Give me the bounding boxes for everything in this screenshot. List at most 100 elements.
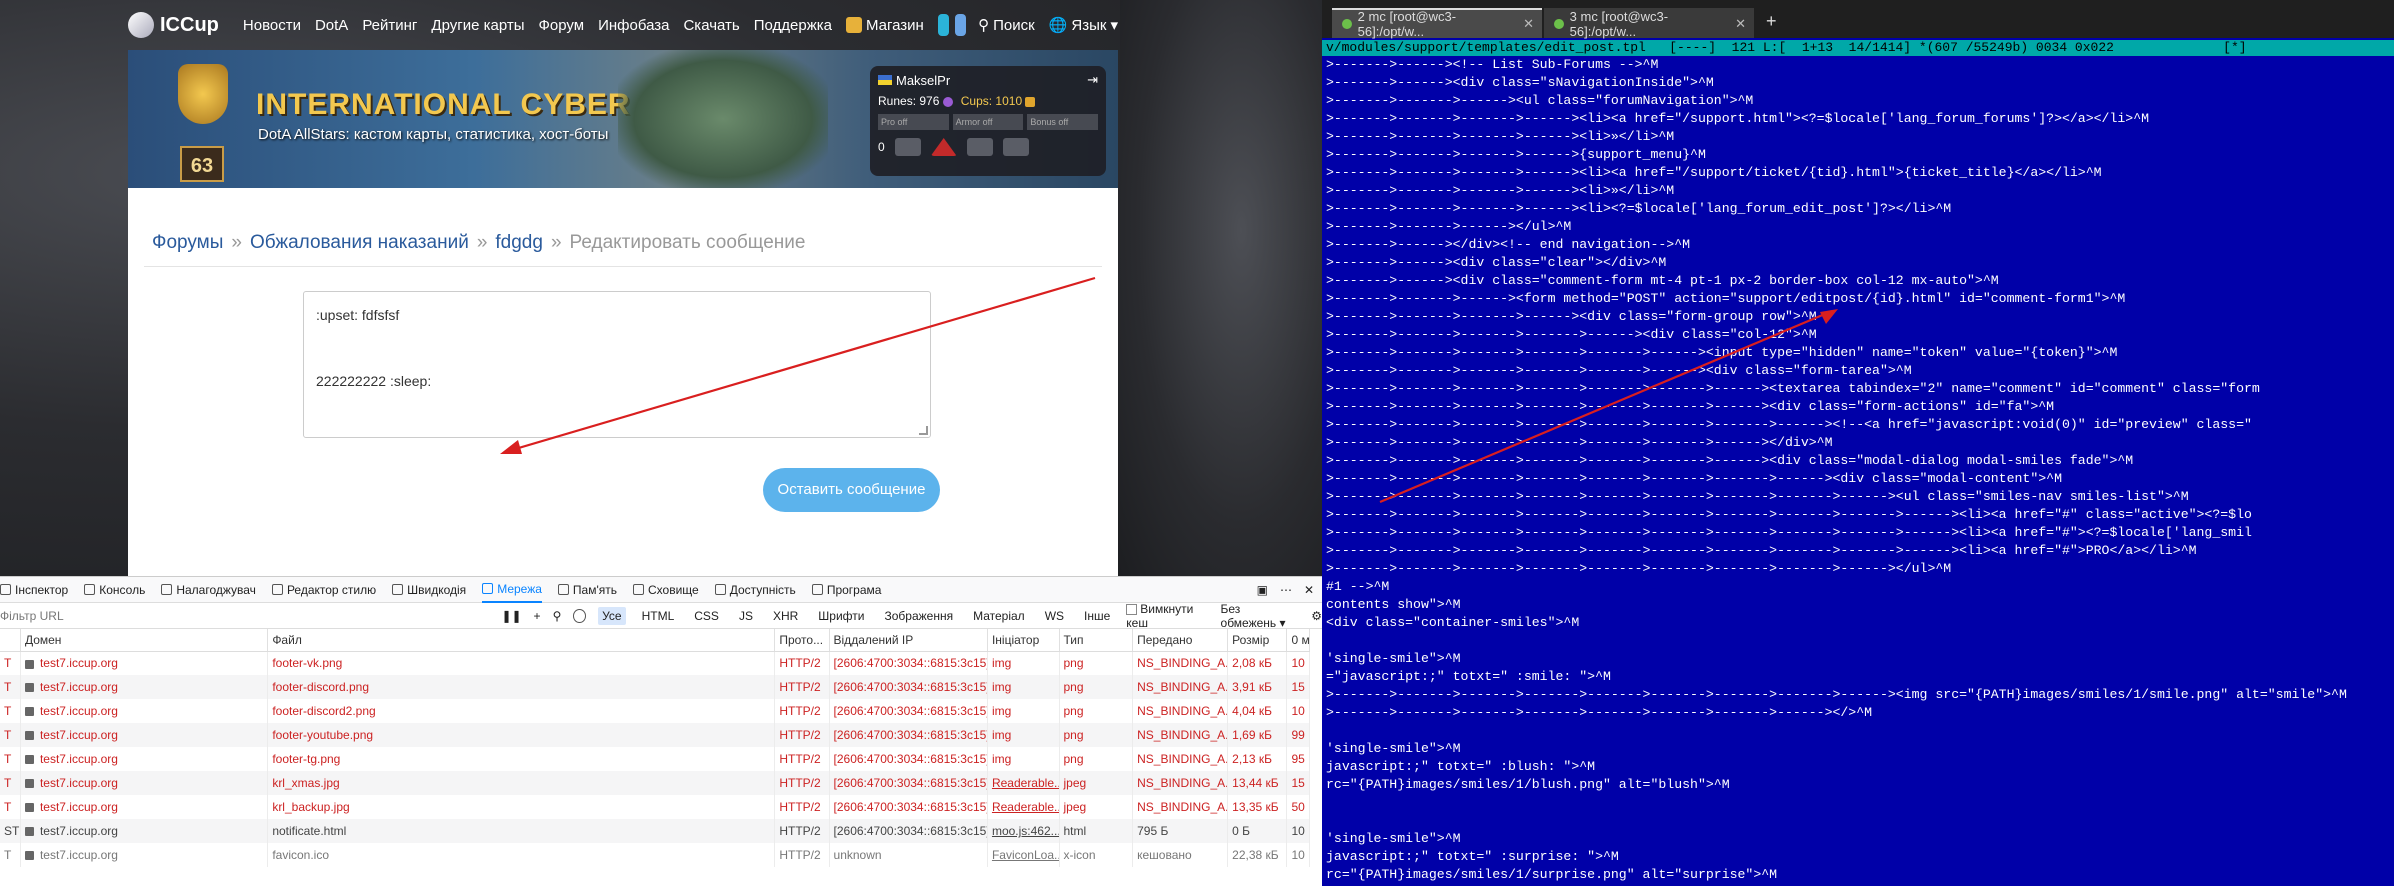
pro-status[interactable]: Pro off (878, 114, 949, 130)
user-settings-icon[interactable] (1002, 138, 1029, 156)
profile-icon[interactable] (955, 14, 967, 36)
code-view[interactable]: >------->------><!-- List Sub-Forums -->… (1322, 56, 2394, 884)
tab-console[interactable]: Консоль (84, 583, 145, 597)
col-type[interactable]: Тип (1059, 629, 1134, 652)
cell-domain: test7.iccup.org (20, 747, 269, 771)
col-timeline[interactable]: 0 мс (1286, 629, 1310, 652)
search-icon[interactable]: ⚲ (553, 609, 562, 623)
cell-ip: [2606:4700:3034::6815:3c15]... (829, 795, 988, 819)
tab-memory[interactable]: Пам'ять (557, 583, 617, 597)
terminal-tab-2[interactable]: 2 mc [root@wc3-56]:/opt/w... ✕ (1332, 8, 1542, 39)
cell-transfer: NS_BINDING_A... (1132, 675, 1229, 699)
bonus-status[interactable]: Bonus off (1027, 114, 1099, 130)
filter-css[interactable]: CSS (690, 607, 723, 625)
username[interactable]: MakselPr (878, 73, 950, 88)
table-row[interactable]: Ttest7.iccup.org footer-tg.png HTTP/2 [2606… (0, 747, 1310, 771)
mail-icon[interactable] (894, 138, 921, 156)
filter-js[interactable]: JS (735, 607, 757, 625)
new-tab-button[interactable]: + (1756, 11, 1787, 38)
twitch-icon[interactable] (937, 14, 949, 36)
cell-type: html (1059, 819, 1134, 843)
table-row[interactable]: ST test7.iccup.org notificate.html HTTP/2 [2… (0, 819, 1310, 843)
tab-storage[interactable]: Сховище (633, 583, 699, 597)
disable-cache-toggle[interactable]: Вимкнути кеш (1126, 602, 1208, 630)
tools-icon[interactable] (966, 138, 993, 156)
tab-debugger[interactable]: Налагоджувач (161, 583, 256, 597)
table-row[interactable]: Ttest7.iccup.org footer-discord.png HTTP/2… (0, 675, 1310, 699)
crumb-section[interactable]: Обжалования наказаний (250, 232, 469, 254)
nav-search[interactable]: ⚲ Поиск (978, 16, 1035, 35)
crumb-forums[interactable]: Форумы (152, 232, 223, 254)
nav-infobase[interactable]: Инфобаза (598, 17, 669, 34)
user-card: MakselPr ⇥ Runes: 976 Cups: 1010 Pro off A… (870, 66, 1106, 176)
url-filter-input[interactable]: Фільтр URL (0, 609, 489, 623)
gear-icon[interactable]: ⚙ (1311, 609, 1322, 623)
table-row[interactable]: Ttest7.iccup.org footer-discord2.png HTTP/… (0, 699, 1310, 723)
nav-forum[interactable]: Форум (539, 17, 585, 34)
table-row[interactable]: Ttest7.iccup.org krl_xmas.jpg HTTP/2 [2606:… (0, 771, 1310, 795)
col-remote-ip[interactable]: Віддалений IP (829, 629, 988, 652)
block-icon[interactable] (573, 608, 587, 623)
nav-shop[interactable]: Магазин (845, 17, 924, 34)
site-logo[interactable]: ICCup (128, 12, 219, 38)
warning-icon[interactable] (930, 138, 957, 156)
comment-textarea[interactable]: :upset: fdfsfsf 222222222 :sleep: (303, 291, 931, 438)
filter-html[interactable]: HTML (638, 607, 679, 625)
filter-media[interactable]: Матеріал (969, 607, 1029, 625)
col-transferred[interactable]: Передано (1132, 629, 1229, 652)
crumb-current: Редактировать сообщение (569, 232, 806, 253)
filter-xhr[interactable]: XHR (769, 607, 802, 625)
filter-images[interactable]: Зображення (880, 607, 957, 625)
col-file[interactable]: Файл (267, 629, 776, 652)
table-row[interactable]: Ttest7.iccup.org footer-vk.png HTTP/2 [2606… (0, 651, 1310, 675)
code-line: >------->------->------->------><div cla… (1326, 309, 1817, 324)
cell-proto: HTTP/2 (774, 723, 830, 747)
nav-dota[interactable]: DotA (315, 17, 348, 34)
filter-other[interactable]: Інше (1080, 607, 1114, 625)
table-row[interactable]: Ttest7.iccup.org krl_backup.jpg HTTP/2 [260… (0, 795, 1310, 819)
tab-application[interactable]: Програма (811, 583, 881, 597)
cell-proto: HTTP/2 (774, 771, 830, 795)
network-table: Домен Файл Прото... Віддалений IP Ініціа… (0, 629, 1310, 867)
tab-accessibility[interactable]: Доступність (714, 583, 796, 597)
col-size[interactable]: Розмір (1227, 629, 1288, 652)
tab-performance[interactable]: Швидкодія (392, 583, 466, 597)
terminal-tab-3[interactable]: 3 mc [root@wc3-56]:/opt/w... ✕ (1544, 8, 1754, 39)
crumb-topic[interactable]: fdgdg (495, 232, 543, 254)
tab-network[interactable]: Мережа (482, 577, 542, 603)
nav-support[interactable]: Поддержка (754, 17, 832, 34)
devtools-tabs: Інспектор Консоль Налагоджувач Редактор … (0, 577, 1322, 603)
table-row[interactable]: Ttest7.iccup.org footer-youtube.png HTTP/2… (0, 723, 1310, 747)
col-initiator[interactable]: Ініціатор (987, 629, 1060, 652)
filter-ws[interactable]: WS (1041, 607, 1068, 625)
close-icon[interactable]: ✕ (1735, 16, 1746, 32)
nav-language[interactable]: 🌐 Язык ▾ (1049, 16, 1118, 35)
col-proto[interactable]: Прото... (774, 629, 830, 652)
tab-inspector[interactable]: Інспектор (0, 583, 68, 597)
col-domain[interactable]: Домен (20, 629, 269, 652)
nav-download[interactable]: Скачать (683, 17, 739, 34)
tab-style-editor[interactable]: Редактор стилю (271, 583, 376, 597)
cell-size: 2,13 кБ (1227, 747, 1288, 771)
logout-icon[interactable]: ⇥ (1087, 72, 1098, 88)
nav-other-maps[interactable]: Другие карты (431, 17, 524, 34)
add-icon[interactable]: + (534, 609, 541, 623)
submit-button[interactable]: Оставить сообщение (763, 468, 940, 512)
nav-news[interactable]: Новости (243, 17, 301, 34)
table-row[interactable]: Ttest7.iccup.org favicon.ico HTTP/2 unknown… (0, 843, 1310, 867)
close-icon[interactable]: ✕ (1523, 16, 1534, 32)
armor-status[interactable]: Armor off (952, 114, 1024, 130)
pause-icon[interactable]: ❚❚ (501, 609, 521, 623)
throttle-select[interactable]: Без обмежень ▾ (1221, 602, 1300, 630)
filter-all[interactable]: Усе (598, 606, 626, 625)
more-icon[interactable]: ⋯ (1280, 583, 1292, 597)
resize-handle[interactable] (919, 426, 928, 435)
cell-file: footer-vk.png (267, 651, 776, 675)
lock-icon (24, 683, 34, 693)
nav-rating[interactable]: Рейтинг (362, 17, 417, 34)
filter-fonts[interactable]: Шрифти (814, 607, 868, 625)
close-icon[interactable]: ✕ (1304, 583, 1314, 597)
dock-icon[interactable]: ▣ (1257, 583, 1268, 597)
